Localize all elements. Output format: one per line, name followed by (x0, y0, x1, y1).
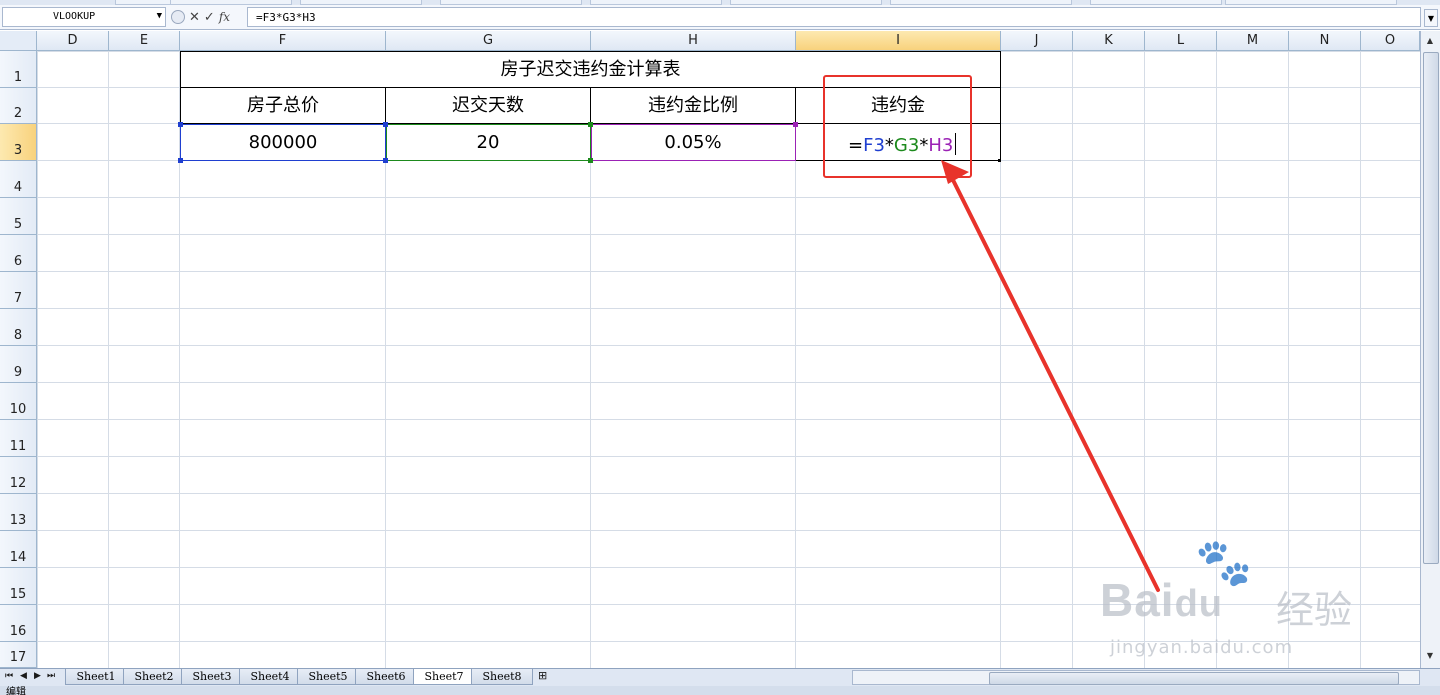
sheet-tab-sheet6[interactable]: Sheet6 (355, 669, 417, 685)
sheet-tab-sheet4[interactable]: Sheet4 (239, 669, 301, 685)
sheet-tab-sheet3[interactable]: Sheet3 (181, 669, 243, 685)
insert-sheet-icon[interactable]: ⊞ (538, 669, 547, 682)
horizontal-scroll-thumb[interactable] (989, 672, 1399, 685)
status-bar: 编辑 (0, 686, 1440, 695)
horizontal-scrollbar[interactable] (852, 670, 1420, 685)
prev-sheet-icon[interactable]: ◀ (20, 671, 27, 681)
watermark-url: jingyan.baidu.com (1110, 637, 1294, 658)
next-sheet-icon[interactable]: ▶ (34, 671, 41, 681)
last-sheet-icon[interactable]: ⏭ (47, 671, 55, 681)
sheet-tab-sheet8[interactable]: Sheet8 (471, 669, 533, 685)
watermark-brand-b: du (1174, 583, 1224, 625)
sheet-tab-sheet5[interactable]: Sheet5 (297, 669, 359, 685)
watermark-brand-a: Bai (1100, 574, 1175, 626)
first-sheet-icon[interactable]: ⏮ (5, 671, 13, 681)
sheet-tab-sheet1[interactable]: Sheet1 (65, 669, 127, 685)
vertical-scroll-thumb[interactable] (1423, 52, 1439, 564)
sheet-tab-sheet2[interactable]: Sheet2 (123, 669, 185, 685)
watermark-brand: Baidu (1100, 573, 1223, 627)
baidu-watermark: 🐾 Baidu 经验 jingyan.baidu.com (1100, 535, 1400, 665)
scroll-down-icon[interactable]: ▼ (1423, 649, 1437, 663)
arrow-icon (941, 160, 1160, 592)
status-mode: 编辑 (6, 687, 26, 695)
watermark-cn: 经验 (1276, 588, 1353, 632)
vertical-scrollbar[interactable]: ▲ ▼ (1420, 31, 1440, 668)
scroll-up-icon[interactable]: ▲ (1423, 34, 1437, 48)
sheet-tab-sheet7[interactable]: Sheet7 (413, 669, 475, 685)
